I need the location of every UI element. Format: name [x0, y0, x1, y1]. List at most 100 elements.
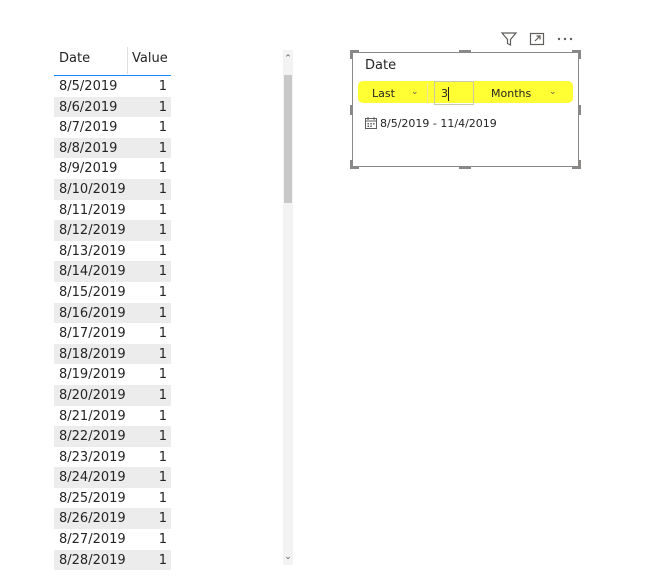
table-row[interactable]: 8/27/2019 1 — [54, 529, 171, 550]
cell-value: 1 — [158, 223, 167, 239]
cell-value: 1 — [158, 202, 167, 218]
cell-value: 1 — [158, 284, 167, 300]
cell-date: 8/25/2019 — [59, 490, 126, 506]
table-row[interactable]: 8/9/2019 1 — [54, 158, 171, 179]
cell-date: 8/23/2019 — [59, 449, 126, 465]
calendar-icon — [365, 117, 377, 129]
cell-value: 1 — [158, 346, 167, 362]
cell-value: 1 — [158, 387, 167, 403]
scroll-down-arrow-icon[interactable]: ⌄ — [283, 551, 293, 563]
cell-value: 1 — [158, 490, 167, 506]
table-row[interactable]: 8/5/2019 1 — [54, 76, 171, 97]
table-row[interactable]: 8/8/2019 1 — [54, 137, 171, 159]
cell-value: 1 — [158, 161, 167, 177]
cell-date: 8/8/2019 — [59, 140, 118, 156]
relative-period-dropdown[interactable]: Last ⌄ — [365, 83, 428, 103]
cell-date: 8/16/2019 — [59, 305, 126, 321]
cell-value: 1 — [158, 367, 167, 383]
cell-value: 1 — [158, 511, 167, 527]
date-slicer[interactable]: Date Last ⌄ 3 Months ⌄ 8/5/2019 - 11/4/2… — [350, 50, 581, 169]
more-options-icon[interactable] — [556, 30, 574, 48]
column-divider[interactable] — [127, 47, 128, 74]
table-row[interactable]: 8/14/2019 1 — [54, 261, 171, 282]
table-row[interactable]: 8/28/2019 1 — [54, 549, 171, 571]
cell-value: 1 — [158, 140, 167, 156]
table-body: 8/5/2019 1 8/6/2019 1 8/7/2019 1 8/8/2019 1 8/9/… — [54, 76, 171, 571]
cell-value: 1 — [158, 470, 167, 486]
table-row[interactable]: 8/26/2019 1 — [54, 508, 171, 530]
cell-date: 8/11/2019 — [59, 202, 126, 218]
table-row[interactable]: 8/18/2019 1 — [54, 343, 171, 365]
resize-handle[interactable] — [459, 50, 471, 53]
slicer-title: Date — [365, 58, 397, 73]
cell-value: 1 — [158, 326, 167, 342]
table-row[interactable]: 8/22/2019 1 — [54, 426, 171, 447]
period-unit-dropdown[interactable]: Months ⌄ — [485, 83, 569, 103]
column-header-date[interactable]: Date — [59, 51, 90, 66]
cell-value: 1 — [158, 429, 167, 445]
chevron-down-icon: ⌄ — [411, 87, 419, 97]
table-row[interactable]: 8/16/2019 1 — [54, 302, 171, 324]
table-row[interactable]: 8/12/2019 1 — [54, 220, 171, 241]
cell-value: 1 — [158, 243, 167, 259]
cell-date: 8/13/2019 — [59, 243, 126, 259]
resize-handle[interactable] — [578, 160, 581, 169]
table-scrollbar[interactable]: ⌃ ⌄ — [283, 50, 293, 565]
cell-value: 1 — [158, 120, 167, 136]
table-row[interactable]: 8/23/2019 1 — [54, 447, 171, 468]
cell-date: 8/7/2019 — [59, 120, 118, 136]
date-range-display: 8/5/2019 - 11/4/2019 — [365, 117, 497, 130]
resize-handle[interactable] — [350, 105, 353, 115]
scroll-thumb[interactable] — [284, 75, 292, 203]
cell-date: 8/20/2019 — [59, 387, 126, 403]
cell-date: 8/14/2019 — [59, 264, 126, 280]
focus-mode-icon[interactable] — [528, 30, 546, 48]
cell-value: 1 — [158, 552, 167, 568]
cell-value: 1 — [158, 264, 167, 280]
cell-date: 8/28/2019 — [59, 552, 126, 568]
cell-date: 8/6/2019 — [59, 99, 118, 115]
cell-date: 8/27/2019 — [59, 532, 126, 548]
period-count-input[interactable]: 3 — [434, 81, 474, 105]
cell-date: 8/17/2019 — [59, 326, 126, 342]
table-row[interactable]: 8/25/2019 1 — [54, 488, 171, 509]
chevron-down-icon: ⌄ — [549, 87, 557, 97]
cell-date: 8/10/2019 — [59, 181, 126, 197]
cell-date: 8/9/2019 — [59, 161, 118, 177]
table-row[interactable]: 8/7/2019 1 — [54, 117, 171, 138]
cell-value: 1 — [158, 79, 167, 94]
resize-handle[interactable] — [350, 160, 353, 169]
table-row[interactable]: 8/20/2019 1 — [54, 384, 171, 406]
cell-date: 8/15/2019 — [59, 284, 126, 300]
table-row[interactable]: 8/21/2019 1 — [54, 406, 171, 427]
resize-handle[interactable] — [350, 50, 353, 59]
table-row[interactable]: 8/11/2019 1 — [54, 200, 171, 221]
scroll-up-arrow-icon[interactable]: ⌃ — [283, 53, 293, 65]
table-row[interactable]: 8/19/2019 1 — [54, 364, 171, 385]
cell-date: 8/19/2019 — [59, 367, 126, 383]
cell-date: 8/18/2019 — [59, 346, 126, 362]
table-row[interactable]: 8/13/2019 1 — [54, 241, 171, 262]
resize-handle[interactable] — [578, 50, 581, 59]
period-count-value: 3 — [441, 87, 448, 100]
table-row[interactable]: 8/15/2019 1 — [54, 282, 171, 303]
table-row[interactable]: 8/24/2019 1 — [54, 467, 171, 488]
table-header: Date Value — [54, 45, 171, 76]
cell-value: 1 — [158, 305, 167, 321]
cell-value: 1 — [158, 532, 167, 548]
column-header-value[interactable]: Value — [132, 51, 168, 66]
cell-date: 8/5/2019 — [59, 79, 118, 94]
cell-date: 8/22/2019 — [59, 429, 126, 445]
table-row[interactable]: 8/6/2019 1 — [54, 96, 171, 118]
table-row[interactable]: 8/17/2019 1 — [54, 323, 171, 344]
cell-date: 8/26/2019 — [59, 511, 126, 527]
date-range-text: 8/5/2019 - 11/4/2019 — [380, 117, 497, 130]
cell-date: 8/21/2019 — [59, 408, 126, 424]
cell-value: 1 — [158, 181, 167, 197]
resize-handle[interactable] — [459, 166, 471, 169]
table-row[interactable]: 8/10/2019 1 — [54, 178, 171, 200]
text-cursor — [448, 87, 449, 101]
cell-date: 8/12/2019 — [59, 223, 126, 239]
resize-handle[interactable] — [578, 105, 581, 115]
filter-icon[interactable] — [500, 30, 518, 48]
